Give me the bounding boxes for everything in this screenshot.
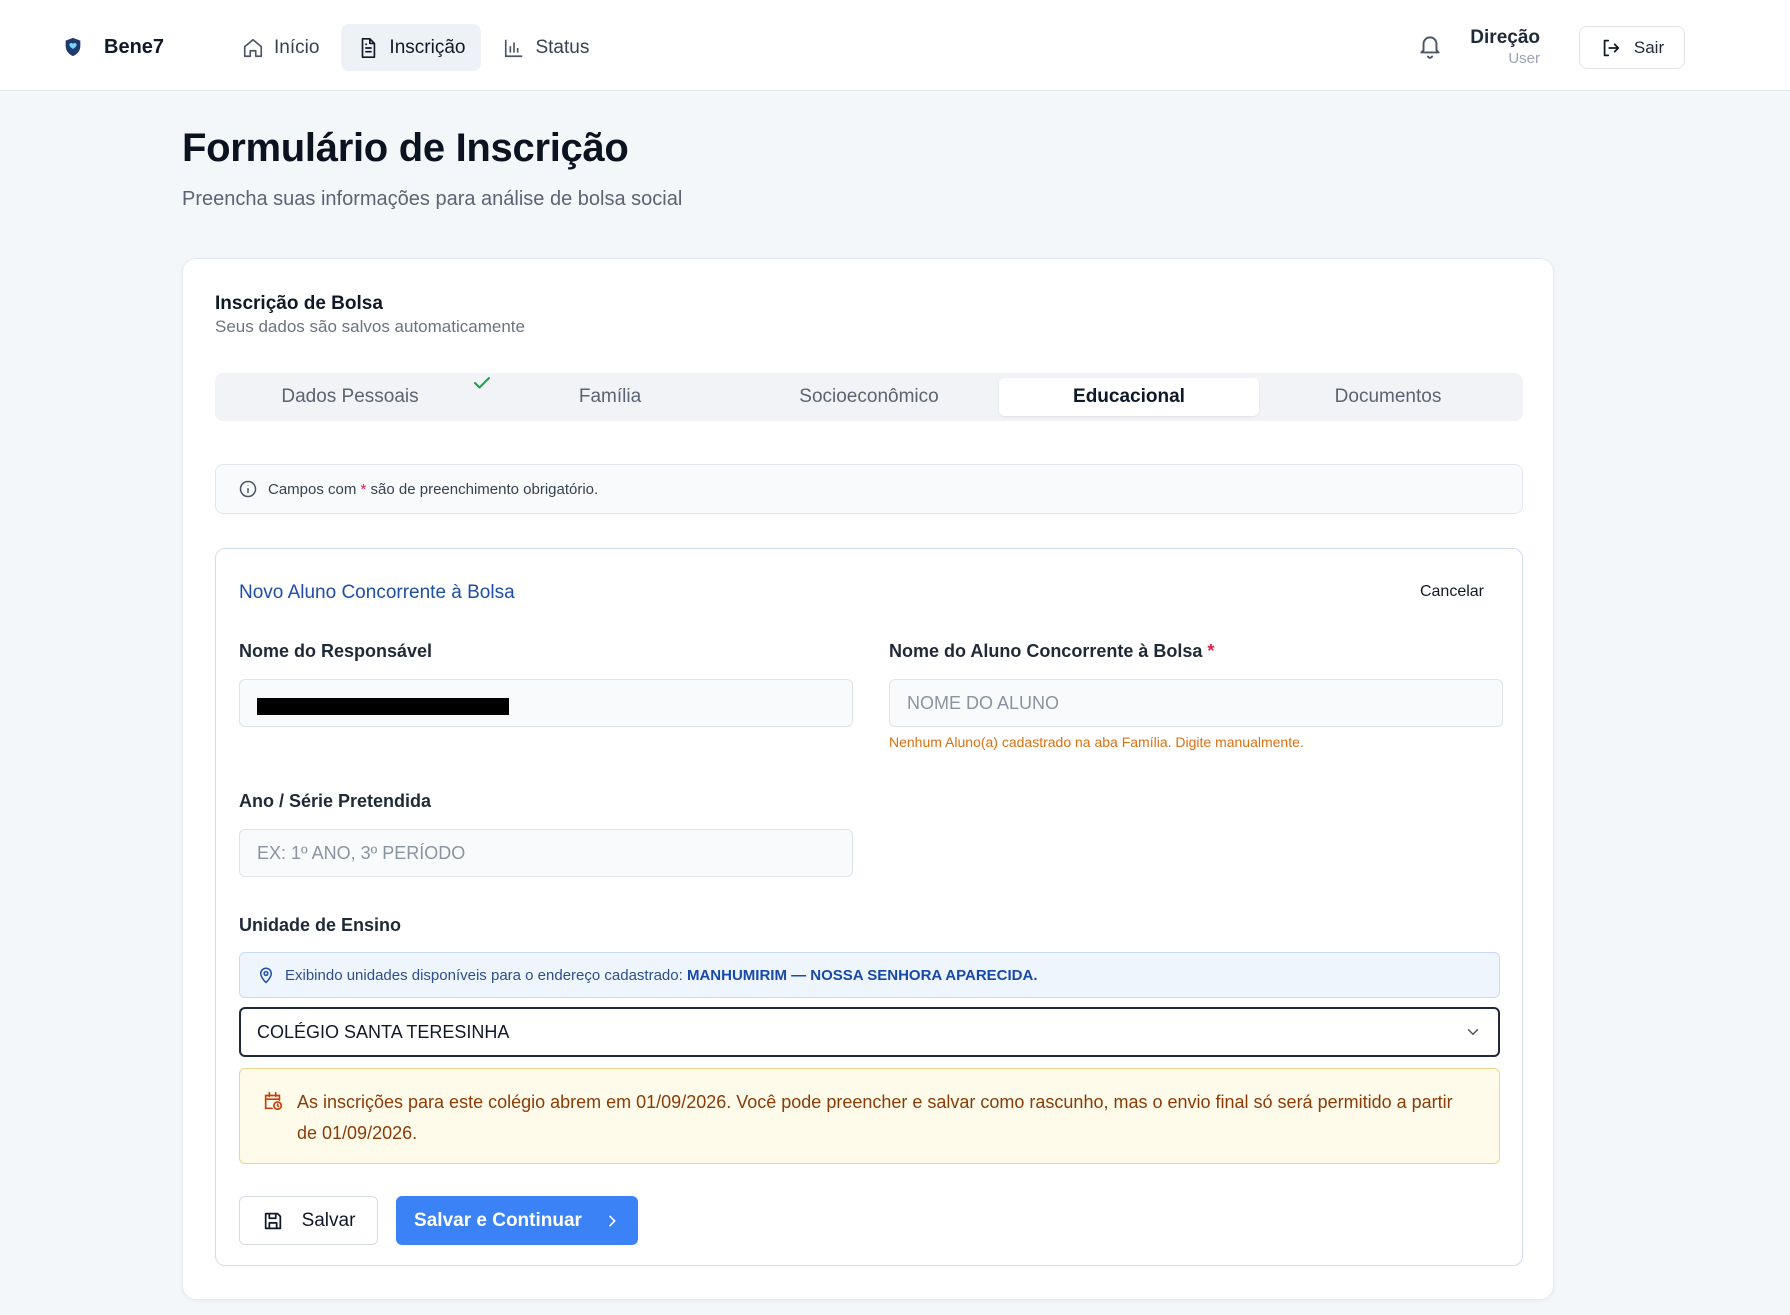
top-navigation-bar: Bene7 Início Inscrição Status Direção Us… [0, 0, 1790, 91]
tab-familia[interactable]: Família [480, 378, 740, 416]
aluno-label: Nome do Aluno Concorrente à Bolsa * [889, 641, 1215, 661]
card-subtitle: Seus dados são salvos automaticamente [215, 317, 525, 336]
nav-item-label: Status [535, 36, 590, 58]
page-title: Formulário de Inscrição [182, 126, 629, 170]
map-pin-icon [257, 966, 275, 984]
save-icon [262, 1210, 284, 1232]
address-info-text: Exibindo unidades disponíveis para o end… [285, 966, 1038, 984]
brand-name: Bene7 [104, 35, 165, 58]
calendar-clock-icon [262, 1090, 284, 1112]
tab-educacional[interactable]: Educacional [999, 378, 1259, 416]
tab-label: Documentos [1334, 386, 1442, 407]
shield-icon [62, 36, 84, 58]
save-label: Salvar [301, 1209, 356, 1231]
serie-label: Ano / Série Pretendida [239, 791, 432, 811]
notice-text: Campos com * são de preenchimento obriga… [268, 480, 599, 498]
new-student-form: Novo Aluno Concorrente à Bolsa Cancelar … [215, 548, 1523, 1266]
responsavel-label: Nome do Responsável [239, 641, 433, 661]
nav-item-label: Inscrição [389, 36, 466, 58]
user-role: User [1508, 50, 1540, 67]
continue-label: Salvar e Continuar [414, 1209, 582, 1231]
aluno-hint: Nenhum Aluno(a) cadastrado na aba Famíli… [889, 734, 1304, 750]
form-tabs: Dados Pessoais Família Socioeconômico Ed… [215, 373, 1523, 421]
user-info[interactable]: Direção User [1460, 26, 1540, 68]
aluno-input[interactable] [889, 679, 1503, 727]
home-icon [242, 37, 264, 59]
unidade-label: Unidade de Ensino [239, 915, 402, 935]
nav-item-inscricao[interactable]: Inscrição [341, 24, 482, 71]
logout-label: Sair [1633, 37, 1665, 57]
tab-label: Educacional [1073, 386, 1185, 407]
brand[interactable]: Bene7 [62, 30, 164, 64]
logout-icon [1600, 37, 1622, 59]
bell-icon[interactable] [1417, 32, 1443, 60]
warning-text: As inscrições para este colégio abrem em… [297, 1092, 1453, 1143]
nav-item-label: Início [274, 36, 320, 58]
document-icon [357, 37, 379, 59]
tab-label: Família [578, 386, 642, 407]
tab-label: Socioeconômico [799, 386, 939, 407]
serie-input[interactable] [239, 829, 853, 877]
registration-card: Inscrição de Bolsa Seus dados são salvos… [182, 258, 1554, 1300]
tab-label: Dados Pessoais [281, 386, 419, 407]
save-and-continue-button[interactable]: Salvar e Continuar [396, 1196, 638, 1245]
chevron-down-icon [1464, 1023, 1482, 1041]
bar-chart-icon [503, 37, 525, 59]
form-title: Novo Aluno Concorrente à Bolsa [239, 582, 515, 603]
cancel-button[interactable]: Cancelar [1420, 583, 1484, 601]
enrollment-date-warning: As inscrições para este colégio abrem em… [239, 1068, 1500, 1164]
unidade-selected-value: COLÉGIO SANTA TERESINHA [257, 1021, 510, 1042]
nav-item-inicio[interactable]: Início [226, 24, 335, 71]
nav-item-status[interactable]: Status [487, 24, 605, 71]
chevron-right-icon [604, 1213, 620, 1229]
address-info-banner: Exibindo unidades disponíveis para o end… [239, 952, 1500, 998]
info-icon [238, 479, 258, 499]
tab-socioeconomico[interactable]: Socioeconômico [739, 378, 999, 416]
logout-button[interactable]: Sair [1579, 26, 1685, 69]
page-subtitle: Preencha suas informações para análise d… [182, 188, 683, 210]
responsavel-field[interactable] [239, 679, 853, 727]
save-button[interactable]: Salvar [239, 1196, 378, 1245]
user-name: Direção [1470, 27, 1540, 48]
card-title: Inscrição de Bolsa [215, 293, 383, 314]
main-nav: Início Inscrição Status [226, 24, 605, 71]
tab-dados-pessoais[interactable]: Dados Pessoais [220, 377, 490, 416]
required-fields-notice: Campos com * são de preenchimento obriga… [215, 464, 1523, 514]
tab-documentos[interactable]: Documentos [1258, 378, 1518, 416]
redacted-value [257, 698, 509, 715]
unidade-select[interactable]: COLÉGIO SANTA TERESINHA [239, 1007, 1500, 1057]
